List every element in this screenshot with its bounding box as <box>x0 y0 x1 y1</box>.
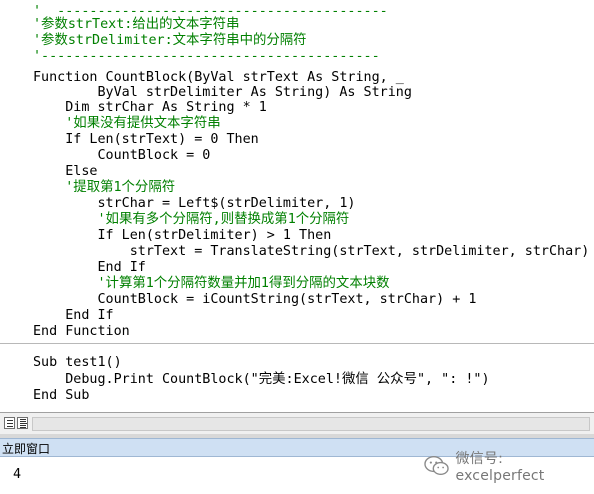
immediate-output: 4 <box>13 467 22 482</box>
watermark-text: 微信号: excelperfect <box>455 451 545 484</box>
code-line[interactable]: End If <box>33 308 113 324</box>
code-line[interactable]: End Function <box>33 324 130 340</box>
wechat-icon <box>424 455 449 476</box>
code-line[interactable]: strChar = Left$(strDelimiter, 1) <box>33 196 355 212</box>
editor-bottom-bar <box>0 412 594 435</box>
code-line[interactable]: End Sub <box>33 388 89 404</box>
full-module-view-icon[interactable] <box>17 417 28 429</box>
code-comment-line[interactable]: '---------------------------------------… <box>33 49 380 65</box>
code-line[interactable]: Else <box>33 164 97 180</box>
horizontal-scrollbar[interactable] <box>32 417 590 431</box>
code-line[interactable]: Sub test1() <box>33 355 122 371</box>
code-editor[interactable]: ' --------------------------------------… <box>0 0 594 412</box>
immediate-window-title: 立即窗口 <box>2 442 51 456</box>
code-line[interactable]: End If <box>33 260 145 276</box>
code-comment-line[interactable]: '如果没有提供文本字符串 <box>33 116 220 132</box>
code-line[interactable]: If Len(strDelimiter) > 1 Then <box>33 228 331 244</box>
code-comment-line[interactable]: '提取第1个分隔符 <box>33 180 175 196</box>
code-line[interactable]: strText = TranslateString(strText, strDe… <box>33 244 590 260</box>
code-line[interactable]: Function CountBlock(ByVal strText As Str… <box>33 70 404 86</box>
procedure-separator <box>0 343 594 344</box>
procedure-view-icon[interactable] <box>4 417 15 429</box>
code-line[interactable]: Debug.Print CountBlock("完美:Excel!微信 公众号"… <box>33 372 489 388</box>
code-line[interactable]: Dim strChar As String * 1 <box>33 100 267 116</box>
code-comment-line[interactable]: '参数strText:给出的文本字符串 <box>33 17 239 33</box>
code-line[interactable]: CountBlock = 0 <box>33 148 210 164</box>
watermark: 微信号: excelperfect <box>424 451 594 484</box>
code-comment-line[interactable]: '如果有多个分隔符,则替换成第1个分隔符 <box>33 212 349 228</box>
code-comment-line[interactable]: '参数strDelimiter:文本字符串中的分隔符 <box>33 33 307 49</box>
code-line[interactable]: ByVal strDelimiter As String) As String <box>33 85 411 101</box>
code-comment-line[interactable]: '计算第1个分隔符数量并加1得到分隔的文本块数 <box>33 276 389 292</box>
code-line[interactable]: If Len(strText) = 0 Then <box>33 132 259 148</box>
code-line[interactable]: CountBlock = iCountString(strText, strCh… <box>33 292 476 308</box>
